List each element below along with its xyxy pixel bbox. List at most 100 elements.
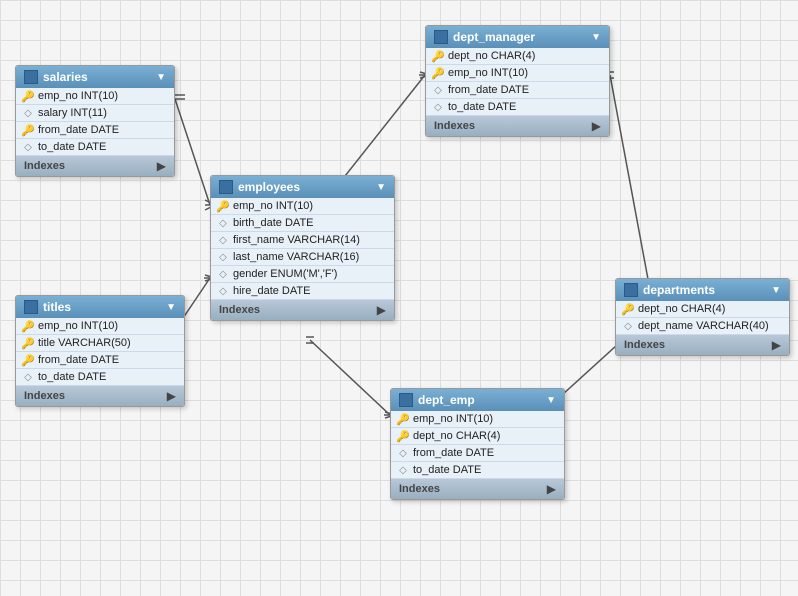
table-employees-title: employees [238,180,372,194]
table-salaries: salaries ▼ 🔑 emp_no INT(10) ◇ salary INT… [15,65,175,177]
table-dept-manager-header[interactable]: dept_manager ▼ [426,26,609,48]
field-text: to_date DATE [38,371,106,383]
arrow-right-icon: ▶ [592,119,601,133]
field-row[interactable]: 🔑 emp_no INT(10) [426,65,609,82]
table-salaries-footer[interactable]: Indexes ▶ [16,156,174,176]
arrow-right-icon: ▶ [167,389,176,403]
field-row[interactable]: 🔑 emp_no INT(10) [16,318,184,335]
key-icon: 🔑 [217,200,229,212]
table-salaries-title: salaries [43,70,152,84]
field-row[interactable]: 🔑 dept_no CHAR(4) [426,48,609,65]
field-row[interactable]: 🔑 emp_no INT(10) [391,411,564,428]
table-salaries-header[interactable]: salaries ▼ [16,66,174,88]
field-row[interactable]: ◇ from_date DATE [426,82,609,99]
chevron-down-icon: ▼ [156,72,166,83]
key-icon: 🔑 [22,124,34,136]
table-dept-emp-footer[interactable]: Indexes ▶ [391,479,564,499]
footer-label: Indexes [219,304,260,316]
field-row[interactable]: ◇ to_date DATE [16,369,184,386]
field-row[interactable]: 🔑 from_date DATE [16,122,174,139]
diamond-icon: ◇ [217,251,229,263]
arrow-right-icon: ▶ [772,338,781,352]
key-icon: 🔑 [22,354,34,366]
table-titles: titles ▼ 🔑 emp_no INT(10) 🔑 title VARCHA… [15,295,185,407]
field-text: emp_no INT(10) [448,67,528,79]
footer-label: Indexes [399,483,440,495]
table-titles-header[interactable]: titles ▼ [16,296,184,318]
field-text: title VARCHAR(50) [38,337,131,349]
chevron-down-icon: ▼ [376,182,386,193]
key-icon: 🔑 [397,413,409,425]
field-row[interactable]: 🔑 title VARCHAR(50) [16,335,184,352]
diamond-icon: ◇ [22,107,34,119]
table-employees-footer[interactable]: Indexes ▶ [211,300,394,320]
table-icon [624,283,638,297]
diamond-icon: ◇ [217,217,229,229]
footer-label: Indexes [624,339,665,351]
chevron-down-icon: ▼ [546,395,556,406]
table-icon [399,393,413,407]
table-employees-fields: 🔑 emp_no INT(10) ◇ birth_date DATE ◇ fir… [211,198,394,300]
table-icon [434,30,448,44]
field-row[interactable]: ◇ to_date DATE [16,139,174,156]
table-titles-fields: 🔑 emp_no INT(10) 🔑 title VARCHAR(50) 🔑 f… [16,318,184,386]
field-row[interactable]: ◇ to_date DATE [426,99,609,116]
field-row[interactable]: 🔑 dept_no CHAR(4) [391,428,564,445]
table-icon [219,180,233,194]
field-row[interactable]: ◇ hire_date DATE [211,283,394,300]
table-icon [24,70,38,84]
diamond-icon: ◇ [622,320,634,332]
field-row[interactable]: ◇ gender ENUM('M','F') [211,266,394,283]
field-row[interactable]: 🔑 emp_no INT(10) [16,88,174,105]
field-row[interactable]: ◇ birth_date DATE [211,215,394,232]
field-text: last_name VARCHAR(16) [233,251,359,263]
field-text: dept_no CHAR(4) [638,303,725,315]
salaries-employees-line [175,99,210,205]
field-text: to_date DATE [413,464,481,476]
diamond-icon: ◇ [217,268,229,280]
table-dept-manager-footer[interactable]: Indexes ▶ [426,116,609,136]
key-icon: 🔑 [432,50,444,62]
deptmanager-departments-line [610,75,650,290]
arrow-right-icon: ▶ [157,159,166,173]
field-text: emp_no INT(10) [413,413,493,425]
er-diagram-canvas: salaries ▼ 🔑 emp_no INT(10) ◇ salary INT… [0,0,798,596]
field-text: from_date DATE [38,124,119,136]
table-departments-footer[interactable]: Indexes ▶ [616,335,789,355]
table-dept-manager: dept_manager ▼ 🔑 dept_no CHAR(4) 🔑 emp_n… [425,25,610,137]
field-text: birth_date DATE [233,217,314,229]
diamond-icon: ◇ [22,371,34,383]
diamond-icon: ◇ [22,141,34,153]
field-row[interactable]: ◇ to_date DATE [391,462,564,479]
field-row[interactable]: 🔑 emp_no INT(10) [211,198,394,215]
diamond-icon: ◇ [397,447,409,459]
table-employees: employees ▼ 🔑 emp_no INT(10) ◇ birth_dat… [210,175,395,321]
field-text: from_date DATE [413,447,494,459]
field-text: gender ENUM('M','F') [233,268,337,280]
field-row[interactable]: ◇ first_name VARCHAR(14) [211,232,394,249]
field-text: emp_no INT(10) [38,320,118,332]
arrow-right-icon: ▶ [377,303,386,317]
table-icon [24,300,38,314]
table-departments-header[interactable]: departments ▼ [616,279,789,301]
field-row[interactable]: ◇ last_name VARCHAR(16) [211,249,394,266]
field-row[interactable]: ◇ from_date DATE [391,445,564,462]
key-icon: 🔑 [432,67,444,79]
field-row[interactable]: ◇ dept_name VARCHAR(40) [616,318,789,335]
field-text: emp_no INT(10) [233,200,313,212]
field-text: emp_no INT(10) [38,90,118,102]
key-icon: 🔑 [622,303,634,315]
footer-label: Indexes [434,120,475,132]
field-row[interactable]: ◇ salary INT(11) [16,105,174,122]
table-salaries-fields: 🔑 emp_no INT(10) ◇ salary INT(11) 🔑 from… [16,88,174,156]
field-row[interactable]: 🔑 from_date DATE [16,352,184,369]
field-text: dept_no CHAR(4) [413,430,500,442]
table-departments-title: departments [643,283,767,297]
table-dept-emp-header[interactable]: dept_emp ▼ [391,389,564,411]
table-dept-emp: dept_emp ▼ 🔑 emp_no INT(10) 🔑 dept_no CH… [390,388,565,500]
table-employees-header[interactable]: employees ▼ [211,176,394,198]
field-row[interactable]: 🔑 dept_no CHAR(4) [616,301,789,318]
table-titles-title: titles [43,300,162,314]
table-titles-footer[interactable]: Indexes ▶ [16,386,184,406]
diamond-icon: ◇ [432,84,444,96]
